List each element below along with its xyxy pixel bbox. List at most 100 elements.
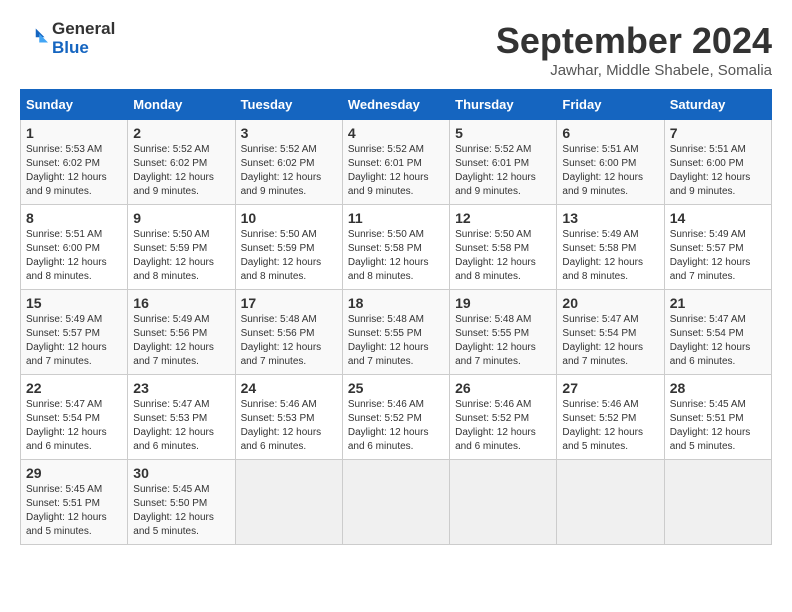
- day-info: Sunrise: 5:52 AM Sunset: 6:02 PM Dayligh…: [133, 143, 229, 199]
- header-wednesday: Wednesday: [342, 90, 449, 120]
- day-number: 14: [670, 210, 766, 226]
- header-saturday: Saturday: [664, 90, 771, 120]
- table-row: 11Sunrise: 5:50 AM Sunset: 5:58 PM Dayli…: [342, 205, 449, 290]
- table-row: 8Sunrise: 5:51 AM Sunset: 6:00 PM Daylig…: [21, 205, 128, 290]
- day-info: Sunrise: 5:50 AM Sunset: 5:59 PM Dayligh…: [133, 228, 229, 284]
- calendar-week-row: 29 Sunrise: 5:45 AM Sunset: 5:51 PM Dayli…: [21, 460, 772, 545]
- day-info: Sunrise: 5:50 AM Sunset: 5:59 PM Dayligh…: [241, 228, 337, 284]
- table-row: 30 Sunrise: 5:45 AM Sunset: 5:50 PM Dayli…: [128, 460, 235, 545]
- table-row: 23 Sunrise: 5:47 AM Sunset: 5:53 PM Dayli…: [128, 375, 235, 460]
- day-info: Sunrise: 5:53 AM Sunset: 6:02 PM Dayligh…: [26, 143, 122, 199]
- table-row: 7Sunrise: 5:51 AM Sunset: 6:00 PM Daylig…: [664, 120, 771, 205]
- day-number: 4: [348, 125, 444, 141]
- day-info: Sunrise: 5:48 AM Sunset: 5:55 PM Dayligh…: [455, 313, 551, 369]
- day-number: 27: [562, 380, 658, 396]
- table-row: 16Sunrise: 5:49 AM Sunset: 5:56 PM Dayli…: [128, 290, 235, 375]
- table-row: 2 Sunrise: 5:52 AM Sunset: 6:02 PM Daylig…: [128, 120, 235, 205]
- header-sunday: Sunday: [21, 90, 128, 120]
- table-row: 27 Sunrise: 5:46 AM Sunset: 5:52 PM Dayli…: [557, 375, 664, 460]
- table-row: [557, 460, 664, 545]
- day-info: Sunrise: 5:51 AM Sunset: 6:00 PM Dayligh…: [562, 143, 658, 199]
- day-info: Sunrise: 5:46 AM Sunset: 5:52 PM Dayligh…: [562, 398, 658, 454]
- calendar-week-row: 22Sunrise: 5:47 AM Sunset: 5:54 PM Dayli…: [21, 375, 772, 460]
- header-tuesday: Tuesday: [235, 90, 342, 120]
- day-number: 29: [26, 465, 122, 481]
- day-number: 28: [670, 380, 766, 396]
- calendar-week-row: 8Sunrise: 5:51 AM Sunset: 6:00 PM Daylig…: [21, 205, 772, 290]
- calendar-table: Sunday Monday Tuesday Wednesday Thursday…: [20, 89, 772, 545]
- day-info: Sunrise: 5:45 AM Sunset: 5:51 PM Dayligh…: [26, 483, 122, 539]
- page-header: General Blue September 2024 Jawhar, Midd…: [20, 20, 772, 79]
- day-number: 19: [455, 295, 551, 311]
- day-info: Sunrise: 5:49 AM Sunset: 5:56 PM Dayligh…: [133, 313, 229, 369]
- day-info: Sunrise: 5:47 AM Sunset: 5:54 PM Dayligh…: [562, 313, 658, 369]
- day-info: Sunrise: 5:46 AM Sunset: 5:52 PM Dayligh…: [455, 398, 551, 454]
- day-number: 9: [133, 210, 229, 226]
- day-info: Sunrise: 5:48 AM Sunset: 5:55 PM Dayligh…: [348, 313, 444, 369]
- day-info: Sunrise: 5:46 AM Sunset: 5:53 PM Dayligh…: [241, 398, 337, 454]
- day-number: 18: [348, 295, 444, 311]
- table-row: 15 Sunrise: 5:49 AM Sunset: 5:57 PM Dayli…: [21, 290, 128, 375]
- header-thursday: Thursday: [450, 90, 557, 120]
- day-info: Sunrise: 5:49 AM Sunset: 5:57 PM Dayligh…: [26, 313, 122, 369]
- table-row: 24 Sunrise: 5:46 AM Sunset: 5:53 PM Dayli…: [235, 375, 342, 460]
- day-number: 26: [455, 380, 551, 396]
- day-number: 25: [348, 380, 444, 396]
- day-number: 1: [26, 125, 122, 141]
- day-info: Sunrise: 5:51 AM Sunset: 6:00 PM Dayligh…: [26, 228, 122, 284]
- location-subtitle: Jawhar, Middle Shabele, Somalia: [496, 62, 772, 79]
- table-row: 18 Sunrise: 5:48 AM Sunset: 5:55 PM Dayli…: [342, 290, 449, 375]
- day-info: Sunrise: 5:45 AM Sunset: 5:51 PM Dayligh…: [670, 398, 766, 454]
- table-row: 19 Sunrise: 5:48 AM Sunset: 5:55 PM Dayli…: [450, 290, 557, 375]
- day-info: Sunrise: 5:48 AM Sunset: 5:56 PM Dayligh…: [241, 313, 337, 369]
- day-info: Sunrise: 5:45 AM Sunset: 5:50 PM Dayligh…: [133, 483, 229, 539]
- table-row: 3 Sunrise: 5:52 AM Sunset: 6:02 PM Daylig…: [235, 120, 342, 205]
- month-title: September 2024: [496, 20, 772, 62]
- table-row: 25Sunrise: 5:46 AM Sunset: 5:52 PM Dayli…: [342, 375, 449, 460]
- day-info: Sunrise: 5:52 AM Sunset: 6:01 PM Dayligh…: [455, 143, 551, 199]
- day-info: Sunrise: 5:52 AM Sunset: 6:02 PM Dayligh…: [241, 143, 337, 199]
- table-row: [450, 460, 557, 545]
- day-number: 17: [241, 295, 337, 311]
- day-info: Sunrise: 5:49 AM Sunset: 5:57 PM Dayligh…: [670, 228, 766, 284]
- day-info: Sunrise: 5:51 AM Sunset: 6:00 PM Dayligh…: [670, 143, 766, 199]
- table-row: 29 Sunrise: 5:45 AM Sunset: 5:51 PM Dayli…: [21, 460, 128, 545]
- table-row: 21 Sunrise: 5:47 AM Sunset: 5:54 PM Dayli…: [664, 290, 771, 375]
- table-row: 4 Sunrise: 5:52 AM Sunset: 6:01 PM Daylig…: [342, 120, 449, 205]
- day-number: 12: [455, 210, 551, 226]
- table-row: 22Sunrise: 5:47 AM Sunset: 5:54 PM Dayli…: [21, 375, 128, 460]
- day-number: 20: [562, 295, 658, 311]
- logo-blue: Blue: [52, 39, 115, 58]
- day-number: 21: [670, 295, 766, 311]
- day-info: Sunrise: 5:47 AM Sunset: 5:54 PM Dayligh…: [670, 313, 766, 369]
- table-row: 17 Sunrise: 5:48 AM Sunset: 5:56 PM Dayli…: [235, 290, 342, 375]
- day-number: 2: [133, 125, 229, 141]
- table-row: 12Sunrise: 5:50 AM Sunset: 5:58 PM Dayli…: [450, 205, 557, 290]
- day-number: 3: [241, 125, 337, 141]
- day-number: 10: [241, 210, 337, 226]
- day-number: 15: [26, 295, 122, 311]
- day-info: Sunrise: 5:52 AM Sunset: 6:01 PM Dayligh…: [348, 143, 444, 199]
- table-row: 26 Sunrise: 5:46 AM Sunset: 5:52 PM Dayli…: [450, 375, 557, 460]
- title-section: September 2024 Jawhar, Middle Shabele, S…: [496, 20, 772, 79]
- table-row: 5 Sunrise: 5:52 AM Sunset: 6:01 PM Daylig…: [450, 120, 557, 205]
- table-row: 6 Sunrise: 5:51 AM Sunset: 6:00 PM Daylig…: [557, 120, 664, 205]
- table-row: 14 Sunrise: 5:49 AM Sunset: 5:57 PM Dayli…: [664, 205, 771, 290]
- day-number: 6: [562, 125, 658, 141]
- day-number: 24: [241, 380, 337, 396]
- day-number: 22: [26, 380, 122, 396]
- table-row: 10 Sunrise: 5:50 AM Sunset: 5:59 PM Dayli…: [235, 205, 342, 290]
- header-row: Sunday Monday Tuesday Wednesday Thursday…: [21, 90, 772, 120]
- day-number: 23: [133, 380, 229, 396]
- header-friday: Friday: [557, 90, 664, 120]
- day-info: Sunrise: 5:47 AM Sunset: 5:53 PM Dayligh…: [133, 398, 229, 454]
- calendar-week-row: 1 Sunrise: 5:53 AM Sunset: 6:02 PM Daylig…: [21, 120, 772, 205]
- table-row: [664, 460, 771, 545]
- calendar-week-row: 15 Sunrise: 5:49 AM Sunset: 5:57 PM Dayli…: [21, 290, 772, 375]
- day-info: Sunrise: 5:50 AM Sunset: 5:58 PM Dayligh…: [348, 228, 444, 284]
- day-number: 5: [455, 125, 551, 141]
- table-row: 20 Sunrise: 5:47 AM Sunset: 5:54 PM Dayli…: [557, 290, 664, 375]
- day-number: 13: [562, 210, 658, 226]
- table-row: [235, 460, 342, 545]
- day-number: 30: [133, 465, 229, 481]
